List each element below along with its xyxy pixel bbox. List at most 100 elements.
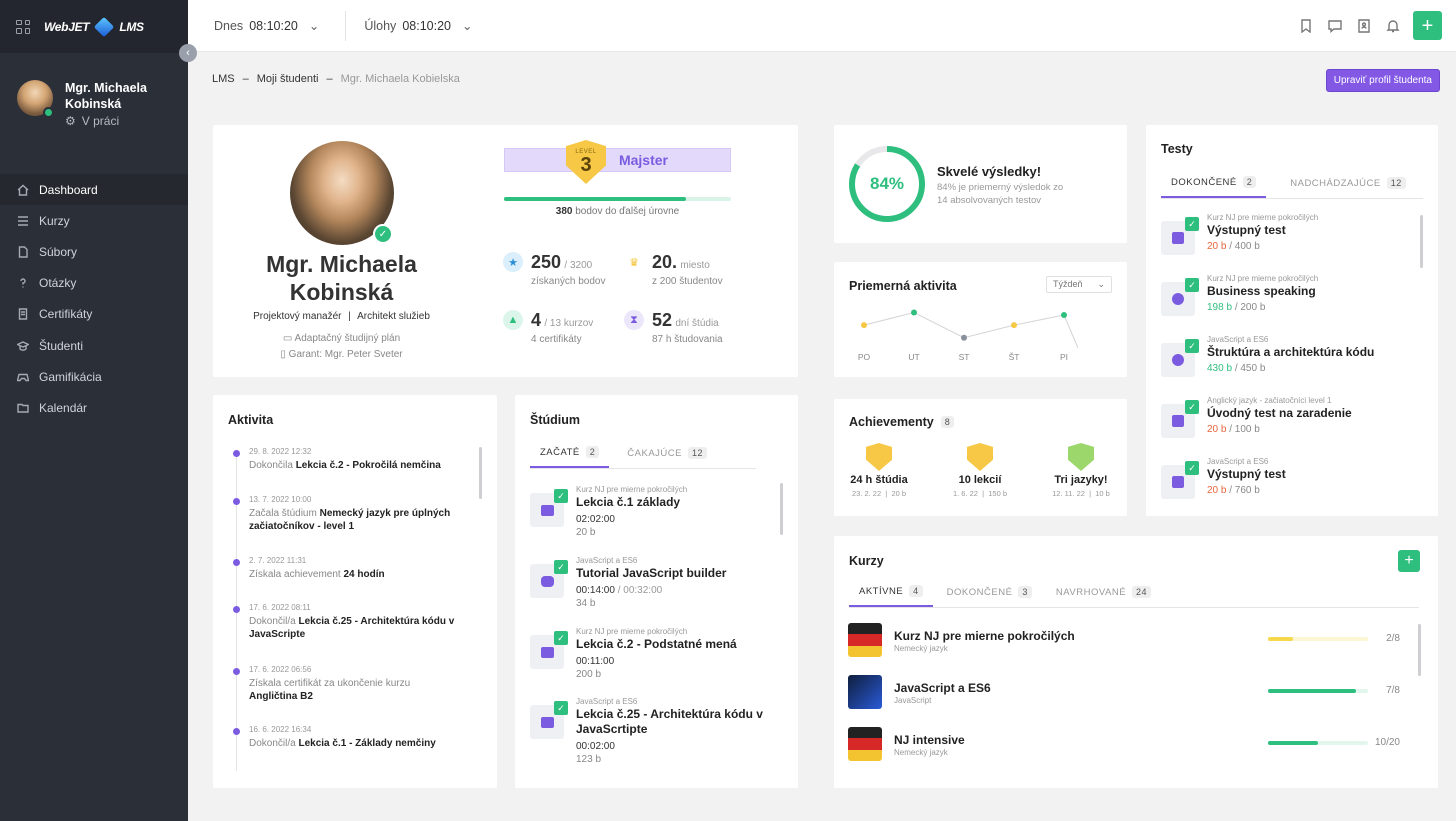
activity-subject: Lekcia č.1 - Základy nemčiny (298, 738, 436, 749)
breadcrumb-lms[interactable]: LMS (212, 73, 235, 85)
icon-glyph (540, 646, 554, 658)
test-item[interactable]: ✓ Kurz NJ pre mierne pokročilých Business … (1146, 274, 1411, 333)
achievement-points: 150 b (988, 489, 1008, 498)
achievement-date: 1. 6. 22 (952, 489, 978, 498)
add-course-button[interactable]: + (1398, 550, 1420, 572)
sidebar-item-label: Gamifikácia (39, 369, 102, 384)
achievements-heading: Achievementy 8 (849, 415, 954, 429)
sidebar-nav: Dashboard Kurzy Súbory Otázky Certifikát… (0, 174, 188, 424)
activity-point[interactable] (861, 322, 867, 329)
sidebar-item-otazky[interactable]: Otázky (0, 268, 188, 299)
activity-item[interactable]: 13. 7. 2022 10:00 Začala štúdium Nemecký … (233, 495, 460, 533)
study-item[interactable]: ✓ Kurz NJ pre mierne pokročilých Lekcia č.… (515, 627, 775, 693)
sidebar-item-kurzy[interactable]: Kurzy (0, 205, 188, 236)
activity-item[interactable]: 29. 8. 2022 12:32 Dokončila Lekcia č.2 - … (233, 447, 460, 472)
sidebar-item-kalendar[interactable]: Kalendár (0, 392, 188, 423)
activity-point[interactable] (911, 309, 917, 316)
sidebar-item-certifikaty[interactable]: Certifikáty (0, 299, 188, 330)
tab-active[interactable]: AKTÍVNE 4 (849, 585, 933, 607)
courses-sub: 4 certifikáty (531, 334, 582, 345)
user-status[interactable]: ⚙ V práci (65, 114, 165, 128)
activity-point[interactable] (1061, 312, 1067, 319)
apps-grid-icon[interactable] (16, 19, 30, 34)
tests-tabs: DOKONČENÉ 2 NADCHÁDZAJÚCE 12 (1161, 176, 1423, 199)
profile-card: ✓ Mgr. Michaela Kobinská Projektový mana… (213, 125, 798, 377)
activity-item[interactable]: 17. 6. 2022 06:56 Získala certifikát za u… (233, 665, 460, 703)
chat-icon[interactable] (1326, 17, 1343, 34)
breadcrumb-students[interactable]: Moji študenti (257, 73, 319, 85)
edit-profile-button[interactable]: Upraviť profil študenta (1325, 69, 1440, 92)
tab-count: 12 (687, 447, 707, 459)
achievement-meta: 23. 2. 22 | 20 b (851, 489, 907, 498)
test-category: JavaScript a ES6 (1207, 457, 1269, 466)
user-card[interactable]: Mgr. Michaela Kobinská ⚙ V práci (17, 80, 165, 128)
achievement-item[interactable]: 24 h štúdia 23. 2. 22 | 20 b (834, 443, 924, 498)
tab-completed[interactable]: DOKONČENÉ 3 (937, 585, 1042, 607)
flag-stripe (848, 623, 882, 635)
study-card: Štúdium ZAČATÉ 2 ČAKAJÚCE 12 ✓ Kurz NJ pre … (515, 395, 798, 788)
certificate-icon (18, 308, 28, 321)
tab-upcoming[interactable]: NADCHÁDZAJÚCE 12 (1280, 176, 1415, 198)
test-points: 198 b / 200 b (1207, 302, 1407, 313)
course-row[interactable]: NJ intensive Nemecký jazyk 10/20 (834, 727, 1414, 767)
achievement-item[interactable]: Tri jazyky! 12. 11. 22 | 10 b (1036, 443, 1126, 498)
achievements-title: Achievementy (849, 415, 934, 429)
app-logo[interactable]: WebJET LMS (44, 16, 144, 37)
briefcase-icon: ▭ (282, 333, 293, 344)
test-icon: ✓ (1161, 400, 1199, 438)
profile-name-line1: Mgr. Michaela (266, 251, 417, 277)
bookmark-icon[interactable] (1297, 17, 1314, 34)
study-plan-label: Adaptačný študijný plán (294, 333, 401, 344)
test-score: 20 b (1207, 485, 1227, 496)
stat-courses: ▲ 4 / 13 kurzov 4 certifikáty (503, 310, 593, 345)
period-select[interactable]: Týždeň ⌄ (1046, 276, 1112, 293)
flag-stripe (848, 738, 882, 750)
tab-started[interactable]: ZAČATÉ 2 (530, 446, 610, 468)
test-item[interactable]: ✓ Anglický jazyk - začiatočníci level 1 Úv… (1146, 396, 1411, 455)
bell-icon[interactable] (1384, 17, 1401, 34)
activity-item[interactable]: 16. 6. 2022 16:34 Dokončil/a Lekcia č.1 -… (233, 725, 460, 750)
sidebar-item-label: Dashboard (39, 182, 98, 197)
test-item[interactable]: ✓ JavaScript a ES6 Výstupný test 20 b / 760… (1146, 457, 1411, 516)
activity-point[interactable] (961, 334, 967, 341)
course-category: JavaScript (894, 696, 932, 705)
contacts-icon[interactable] (1355, 17, 1372, 34)
sidebar-item-studenti[interactable]: Študenti (0, 330, 188, 361)
sidebar-item-gamifikacia[interactable]: Gamifikácia (0, 361, 188, 392)
activity-item[interactable]: 17. 6. 2022 08:11 Dokončil/a Lekcia č.25 … (233, 603, 460, 641)
achievement-title: Tri jazyky! (1054, 474, 1108, 486)
sidebar-item-dashboard[interactable]: Dashboard (0, 174, 188, 206)
study-item-title: Lekcia č.25 - Architektúra kódu v JavaSc… (576, 707, 763, 736)
test-item[interactable]: ✓ Kurz NJ pre mierne pokročilých Výstupný … (1146, 213, 1411, 272)
tasks-dropdown[interactable]: Úlohy 08:10:20 ⌄ (346, 0, 498, 51)
german-flag-icon (848, 727, 882, 761)
activity-date: 17. 6. 2022 06:56 (249, 665, 312, 674)
study-scrollbar[interactable] (780, 483, 783, 535)
timeline-dot (233, 498, 240, 505)
days-value: 52 (652, 310, 673, 330)
achievement-item[interactable]: 10 lekcií 1. 6. 22 | 150 b (935, 443, 1025, 498)
tab-completed[interactable]: DOKONČENÉ 2 (1161, 176, 1267, 198)
sidebar-collapse-button[interactable]: ‹ (179, 44, 197, 62)
study-item[interactable]: ✓ JavaScript a ES6 Lekcia č.25 - Architekt… (515, 697, 775, 765)
study-item[interactable]: ✓ JavaScript a ES6 Tutorial JavaScript bui… (515, 556, 775, 622)
courses-scrollbar[interactable] (1418, 624, 1421, 676)
test-item[interactable]: ✓ JavaScript a ES6 Štruktúra a architektúr… (1146, 335, 1411, 394)
activity-point[interactable] (1011, 322, 1017, 329)
tests-scrollbar[interactable] (1420, 215, 1423, 268)
sidebar-item-subory[interactable]: Súbory (0, 236, 188, 267)
activity-scrollbar[interactable] (479, 447, 482, 499)
add-button[interactable]: + (1413, 11, 1442, 40)
time-spent: 00:11:00 (576, 656, 615, 667)
activity-item[interactable]: 2. 7. 2022 11:31 Získala achievement 24 h… (233, 556, 460, 581)
study-plan[interactable]: ▭ Adaptačný študijný plán (213, 333, 470, 344)
study-item[interactable]: ✓ Kurz NJ pre mierne pokročilých Lekcia č.… (515, 485, 775, 551)
course-row[interactable]: JavaScript a ES6 JavaScript 7/8 (834, 675, 1414, 715)
test-total: / 450 b (1234, 363, 1266, 374)
today-dropdown[interactable]: Dnes 08:10:20 ⌄ (188, 0, 345, 51)
tab-suggested[interactable]: NAVRHOVANÉ 24 (1046, 585, 1161, 607)
test-total: / 760 b (1229, 485, 1260, 496)
tab-waiting[interactable]: ČAKAJÚCE 12 (617, 446, 717, 468)
role-separator: | (348, 311, 351, 322)
course-row[interactable]: Kurz NJ pre mierne pokročilých Nemecký ja… (834, 623, 1414, 663)
